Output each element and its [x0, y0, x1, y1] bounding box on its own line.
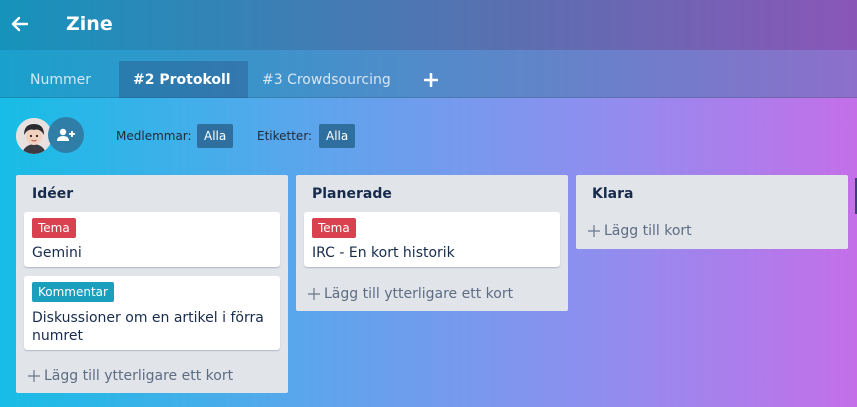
tab-nummer[interactable]: Nummer: [16, 61, 105, 98]
list-klara: Klara Lägg till kort: [576, 175, 848, 249]
labels-filter-label: Etiketter:: [257, 129, 313, 143]
add-tab-plus-icon[interactable]: [424, 73, 438, 87]
list-title: Idéer: [32, 186, 74, 202]
add-card-label: Lägg till ytterligare ett kort: [44, 368, 234, 384]
members-filter-button[interactable]: Alla: [197, 124, 234, 148]
card-diskussioner[interactable]: Kommentar Diskussioner om en artikel i f…: [24, 276, 280, 350]
tab-crowdsourcing[interactable]: #3 Crowdsourcing: [248, 61, 405, 98]
add-card-label: Lägg till ytterligare ett kort: [324, 286, 514, 302]
add-user-icon: [57, 128, 75, 141]
card-label-kommentar: Kommentar: [32, 282, 114, 302]
add-card-button[interactable]: Lägg till kort: [588, 223, 692, 239]
card-title: Diskussioner om en artikel i förra numre…: [32, 310, 264, 344]
avatar-face-icon: [16, 118, 52, 154]
card-title: Gemini: [32, 245, 82, 261]
card-title: IRC - En kort historik: [312, 245, 455, 261]
add-card-button[interactable]: Lägg till ytterligare ett kort: [308, 286, 513, 302]
members-filter-label: Medlemmar:: [116, 129, 192, 143]
list-title: Klara: [592, 186, 634, 202]
card-irc[interactable]: Tema IRC - En kort historik: [304, 212, 560, 267]
list-title: Planerade: [312, 186, 392, 202]
list-planerade: Planerade Tema IRC - En kort historik Lä…: [296, 175, 568, 311]
plus-icon: [308, 288, 320, 300]
add-member-button[interactable]: [48, 117, 84, 153]
card-label-tema: Tema: [32, 218, 76, 238]
card-gemini[interactable]: Tema Gemini: [24, 212, 280, 267]
labels-filter-button[interactable]: Alla: [319, 124, 356, 148]
app-header: Zine: [0, 0, 857, 50]
card-label-tema: Tema: [312, 218, 356, 238]
add-card-label: Lägg till kort: [604, 223, 692, 239]
member-avatar[interactable]: [16, 118, 52, 154]
plus-icon: [588, 225, 600, 237]
plus-icon: [28, 370, 40, 382]
back-arrow-icon[interactable]: [11, 15, 29, 33]
add-card-button[interactable]: Lägg till ytterligare ett kort: [28, 368, 233, 384]
app-title: Zine: [66, 13, 113, 35]
list-ideer: Idéer Tema Gemini Kommentar Diskussioner…: [16, 175, 288, 393]
tab-protokoll[interactable]: #2 Protokoll: [119, 61, 248, 98]
